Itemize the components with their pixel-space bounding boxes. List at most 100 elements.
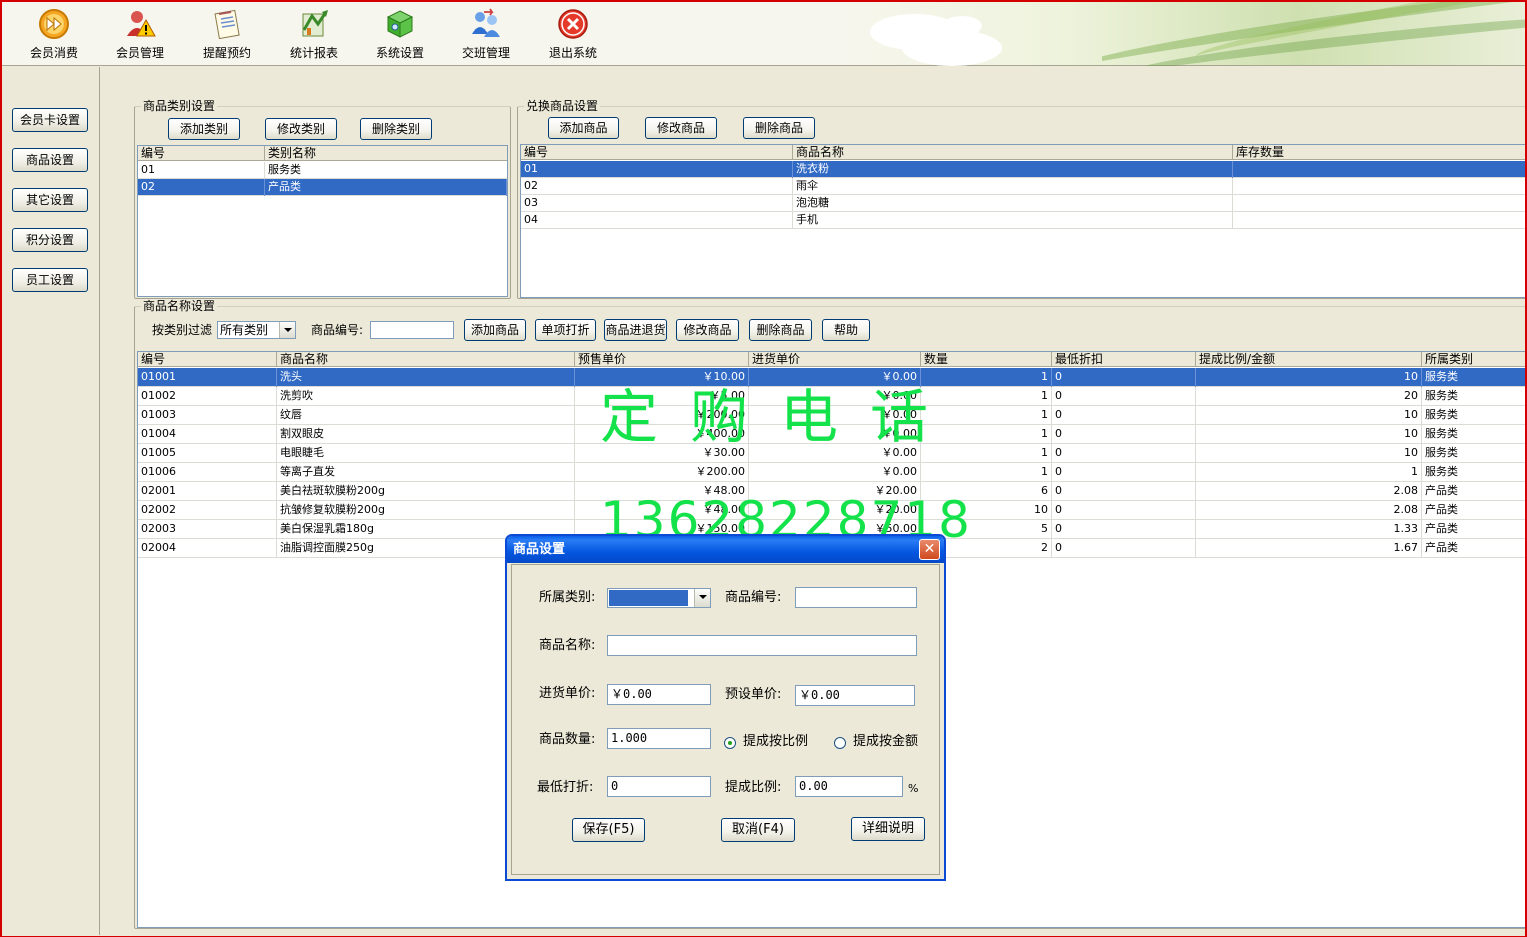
notepad-icon	[214, 9, 240, 40]
toolbar-btn-reminder[interactable]: 提醒预约	[191, 8, 263, 64]
product-code-input[interactable]	[370, 321, 454, 339]
toolbar-btn-system-settings[interactable]: 系统设置	[364, 8, 436, 64]
column-header[interactable]: 提成比例/金额	[1196, 352, 1422, 367]
cancel-button[interactable]: 取消(F4)	[721, 818, 795, 842]
column-header[interactable]: 类别名称	[265, 146, 507, 161]
column-header[interactable]: 商品名称	[793, 145, 1233, 160]
table-cell: 01003	[138, 406, 277, 425]
table-cell: ￥0.00	[749, 444, 921, 463]
table-cell: 1	[1196, 463, 1422, 482]
table-cell: ￥48.00	[575, 501, 749, 520]
item-discount-button[interactable]: 单项打折	[535, 319, 596, 341]
grid-header: 编号 类别名称	[138, 146, 507, 161]
table-row[interactable]: 01005 电眼睫毛 ￥30.00 ￥0.00 1 0 10 服务类	[138, 444, 1527, 463]
sidebar-item-product-settings[interactable]: 商品设置	[12, 148, 88, 172]
table-cell: ￥200.00	[575, 463, 749, 482]
column-header[interactable]: 库存数量	[1233, 145, 1527, 160]
sidebar-item-other-settings[interactable]: 其它设置	[12, 188, 88, 212]
table-row[interactable]: 01 服务类	[138, 162, 507, 179]
left-sidebar: 会员卡设置 商品设置 其它设置 积分设置 员工设置	[2, 67, 100, 935]
table-row[interactable]: 02002 抗皱修复软膜粉200g ￥48.00 ￥20.00 10 0 2.08 产品类	[138, 501, 1527, 520]
toolbar-btn-shift[interactable]: 交班管理	[450, 8, 522, 64]
add-category-button[interactable]: 添加类别	[168, 118, 240, 140]
dialog-body: 所属类别: 商品编号: 商品名称: 进货单价: ￥0.00 预设单价: ￥0.0…	[511, 564, 940, 875]
close-icon[interactable]: ✕	[919, 539, 940, 560]
delete-exchange-product-button[interactable]: 删除商品	[743, 117, 815, 139]
edit-exchange-product-button[interactable]: 修改商品	[645, 117, 717, 139]
dialog-qty-input[interactable]: 1.000	[607, 728, 711, 749]
dialog-cost-input[interactable]: ￥0.00	[607, 684, 711, 705]
add-exchange-product-button[interactable]: 添加商品	[548, 117, 619, 139]
edit-category-button[interactable]: 修改类别	[265, 118, 337, 140]
category-filter-select[interactable]: 所有类别	[217, 321, 296, 339]
toolbar-label: 会员管理	[115, 46, 164, 60]
sidebar-item-staff-settings[interactable]: 员工设置	[12, 268, 88, 292]
column-header[interactable]: 最低折扣	[1052, 352, 1196, 367]
dialog-title-bar[interactable]: 商品设置	[507, 536, 944, 563]
column-header[interactable]: 编号	[138, 352, 277, 367]
commission-amount-radio[interactable]	[834, 737, 846, 749]
column-header[interactable]: 进货单价	[749, 352, 921, 367]
table-cell: ￥0.00	[749, 425, 921, 444]
column-header[interactable]: 数量	[921, 352, 1052, 367]
chevron-down-icon[interactable]	[694, 589, 710, 607]
table-cell: ￥20.00	[749, 482, 921, 501]
table-cell: 服务类	[1422, 425, 1527, 444]
delete-product-button[interactable]: 删除商品	[749, 319, 812, 341]
table-row-selected[interactable]: 02 产品类	[138, 179, 507, 196]
table-cell: 纹唇	[277, 406, 575, 425]
table-cell: ￥20.00	[749, 501, 921, 520]
column-header[interactable]: 编号	[138, 146, 265, 161]
table-row[interactable]: 01004 割双眼皮 ￥400.00 ￥0.00 1 0 10 服务类	[138, 425, 1527, 444]
table-row-selected[interactable]: 01001 洗头 ￥10.00 ￥0.00 1 0 10 服务类	[138, 368, 1527, 387]
column-header[interactable]: 商品名称	[277, 352, 575, 367]
detail-button[interactable]: 详细说明	[851, 817, 925, 841]
table-cell: 1	[921, 444, 1052, 463]
column-header[interactable]: 预售单价	[575, 352, 749, 367]
cloud-shape	[902, 30, 1002, 66]
table-row[interactable]: 02001 美白祛斑软膜粉200g ￥48.00 ￥20.00 6 0 2.08 产品类	[138, 482, 1527, 501]
help-button[interactable]: 帮助	[822, 319, 870, 341]
table-row[interactable]: 03 泡泡糖	[521, 195, 1527, 212]
table-row[interactable]: 01002 洗剪吹 ￥5.00 ￥0.00 1 0 20 服务类	[138, 387, 1527, 406]
column-header[interactable]: 编号	[521, 145, 793, 160]
category-grid[interactable]: 编号 类别名称 01 服务类 02 产品类	[137, 145, 508, 297]
table-row-selected[interactable]: 01 洗衣粉	[521, 161, 1527, 178]
edit-product-button[interactable]: 修改商品	[676, 319, 739, 341]
dialog-name-input[interactable]	[607, 635, 917, 656]
dialog-category-select[interactable]	[607, 588, 711, 608]
exchange-grid[interactable]: 编号 商品名称 库存数量 01 洗衣粉 02 雨伞 03 泡泡糖 04 手机	[520, 144, 1527, 298]
stock-in-out-button[interactable]: 商品进退货	[604, 319, 667, 341]
exit-icon	[558, 9, 588, 39]
product-settings-dialog: 商品设置 ✕ 所属类别: 商品编号: 商品名称: 进货单价: ￥0.00 预设单…	[505, 534, 946, 881]
toolbar-btn-exit[interactable]: 退出系统	[537, 8, 609, 64]
toolbar-label: 统计报表	[289, 46, 338, 60]
table-row[interactable]: 01006 等离子直发 ￥200.00 ￥0.00 1 0 1 服务类	[138, 463, 1527, 482]
table-cell: 服务类	[1422, 406, 1527, 425]
toolbar-btn-member-consume[interactable]: 会员消费	[18, 8, 90, 64]
table-cell: ￥0.00	[749, 387, 921, 406]
column-header[interactable]: 所属类别	[1422, 352, 1527, 367]
toolbar-btn-member-manage[interactable]: 会员管理	[104, 8, 176, 64]
table-cell: 2.08	[1196, 482, 1422, 501]
toolbar-btn-report[interactable]: 统计报表	[278, 8, 350, 64]
sidebar-item-card-settings[interactable]: 会员卡设置	[12, 108, 88, 132]
dialog-commission-input[interactable]: 0.00	[795, 776, 903, 797]
save-button[interactable]: 保存(F5)	[572, 818, 645, 842]
dialog-code-input[interactable]	[795, 587, 917, 608]
table-row[interactable]: 02 雨伞	[521, 178, 1527, 195]
dialog-preset-input[interactable]: ￥0.00	[795, 685, 915, 706]
table-row[interactable]: 04 手机	[521, 212, 1527, 229]
dialog-discount-input[interactable]: 0	[607, 776, 711, 797]
table-cell: 02002	[138, 501, 277, 520]
chevron-down-icon[interactable]	[279, 322, 295, 338]
table-cell: 02	[138, 179, 265, 196]
sidebar-item-points-settings[interactable]: 积分设置	[12, 228, 88, 252]
table-cell: 0	[1052, 463, 1196, 482]
name-label: 商品名称:	[539, 638, 596, 653]
table-row[interactable]: 01003 纹唇 ￥200.00 ￥0.00 1 0 10 服务类	[138, 406, 1527, 425]
add-product-button[interactable]: 添加商品	[464, 319, 526, 341]
commission-ratio-radio[interactable]	[724, 737, 736, 749]
table-cell: 01	[138, 162, 265, 179]
delete-category-button[interactable]: 删除类别	[360, 118, 432, 140]
